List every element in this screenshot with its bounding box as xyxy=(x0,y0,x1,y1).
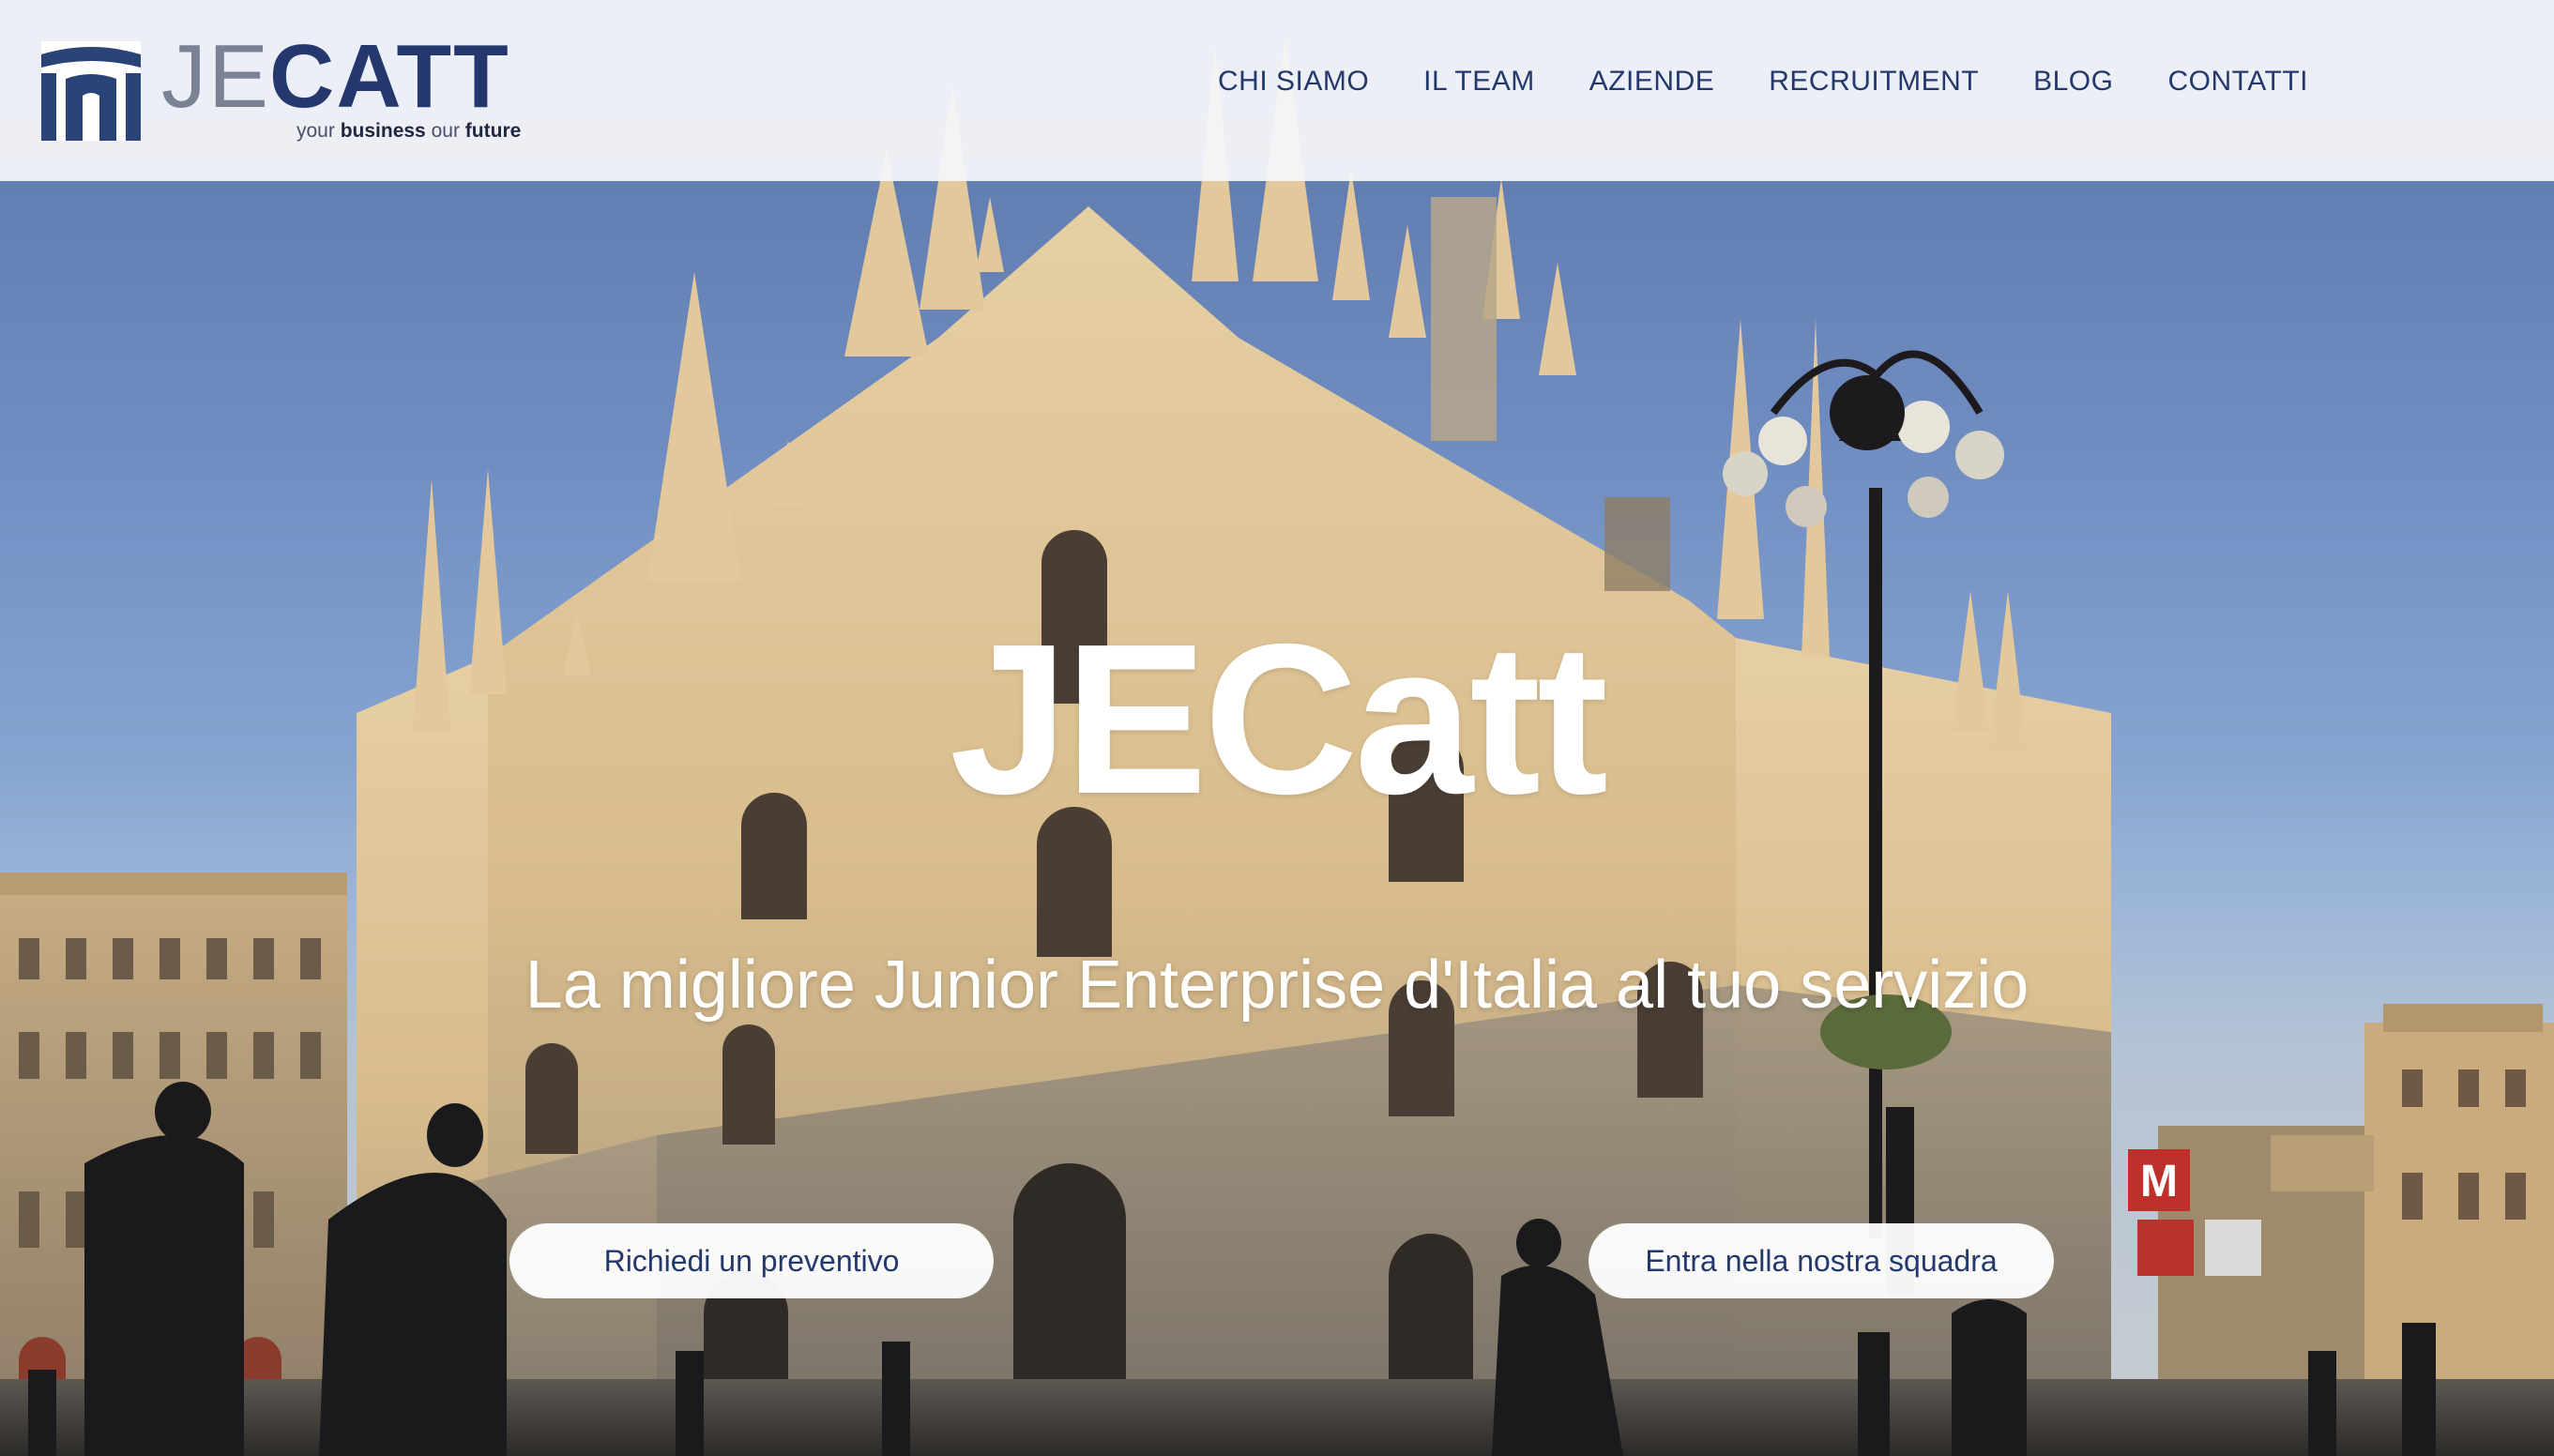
page: M JE CATT your business our future CHI S… xyxy=(0,0,2554,1456)
logo-tagline: your business our future xyxy=(296,120,521,143)
nav-contatti[interactable]: CONTATTI xyxy=(2167,66,2308,98)
site-header: JE CATT your business our future CHI SIA… xyxy=(0,0,2554,181)
logo-wordmark-catt: CATT xyxy=(269,26,510,127)
svg-text:M: M xyxy=(2140,1157,2178,1206)
tagline-your: your xyxy=(296,120,335,142)
hero-title: JECatt xyxy=(949,599,1608,839)
join-team-button[interactable]: Entra nella nostra squadra xyxy=(1589,1223,2054,1298)
main-nav: CHI SIAMO IL TEAM AZIENDE RECRUITMENT BL… xyxy=(1218,66,2308,98)
tagline-future: future xyxy=(464,120,522,142)
nav-blog[interactable]: BLOG xyxy=(2033,66,2113,98)
tagline-our: our xyxy=(431,120,460,142)
request-quote-button[interactable]: Richiedi un preventivo xyxy=(509,1223,994,1298)
logo-columns-icon xyxy=(41,41,141,141)
logo-wordmark-je: JE xyxy=(161,26,271,127)
hero-subtitle: La migliore Junior Enterprise d'Italia a… xyxy=(524,948,2030,1023)
tagline-business: business xyxy=(340,120,426,142)
nav-chi-siamo[interactable]: CHI SIAMO xyxy=(1218,66,1369,98)
nav-aziende[interactable]: AZIENDE xyxy=(1589,66,1715,98)
nav-recruitment[interactable]: RECRUITMENT xyxy=(1769,66,1979,98)
nav-il-team[interactable]: IL TEAM xyxy=(1423,66,1535,98)
jecatt-logo[interactable]: JE CATT your business our future xyxy=(41,32,521,150)
